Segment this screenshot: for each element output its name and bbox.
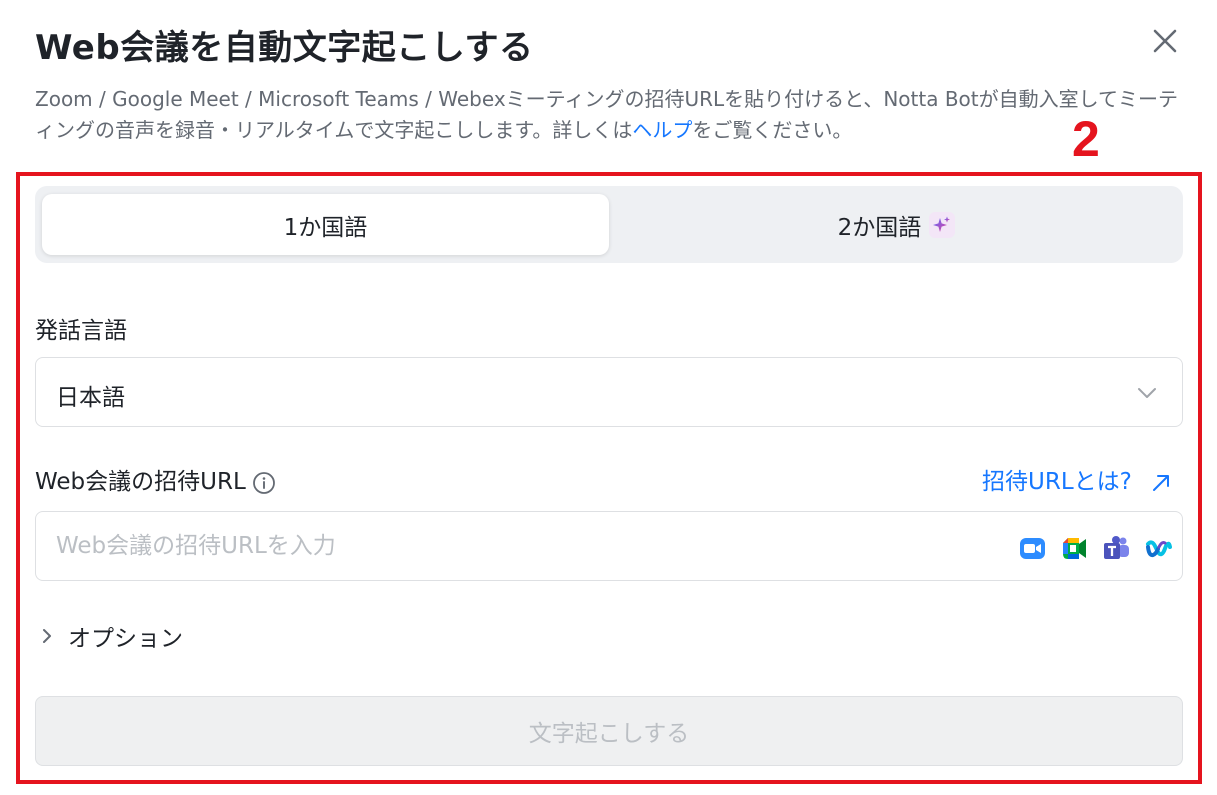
tab-two-languages[interactable]: 2か国語 [617, 194, 1176, 255]
invite-url-help-label: 招待URLとは? [982, 469, 1132, 495]
teams-icon [1103, 535, 1130, 562]
invite-url-label-row: Web会議の招待URL [35, 462, 276, 496]
dialog-title: Web会議を自動文字起こしする [35, 28, 534, 68]
description-tail: をご覧ください。 [692, 118, 853, 142]
options-toggle[interactable]: オプション [40, 619, 183, 653]
options-label: オプション [68, 626, 183, 652]
annotation-number: 2 [1072, 111, 1100, 167]
webex-icon [1145, 535, 1172, 562]
dialog-description: Zoom / Google Meet / Microsoft Teams / W… [35, 84, 1185, 146]
zoom-icon [1019, 535, 1046, 562]
chevron-down-icon [1138, 388, 1156, 398]
help-link[interactable]: ヘルプ [632, 118, 692, 142]
close-button[interactable] [1150, 26, 1180, 56]
language-mode-tabs: 1か国語 2か国語 [35, 186, 1183, 263]
start-transcription-label: 文字起こしする [528, 721, 690, 747]
chevron-right-icon [43, 629, 51, 643]
tab-two-languages-label: 2か国語 [837, 214, 922, 241]
description-text: Zoom / Google Meet / Microsoft Teams / W… [35, 87, 1179, 142]
platform-icons [1019, 535, 1172, 562]
close-icon [1153, 29, 1177, 53]
invite-url-field[interactable] [35, 511, 1183, 581]
invite-url-label: Web会議の招待URL [35, 469, 246, 495]
google-meet-icon [1061, 535, 1088, 562]
tab-one-language[interactable]: 1か国語 [42, 194, 609, 255]
invite-url-help-link[interactable]: 招待URLとは? [982, 462, 1172, 496]
external-link-icon [1152, 474, 1169, 491]
tab-one-language-label: 1か国語 [283, 214, 368, 241]
start-transcription-button[interactable]: 文字起こしする [35, 696, 1183, 766]
info-icon[interactable] [252, 471, 276, 495]
invite-url-input[interactable] [37, 513, 997, 579]
sparkle-icon [929, 211, 956, 238]
speech-language-label: 発話言語 [35, 318, 127, 344]
language-select-value: 日本語 [56, 385, 125, 411]
language-select[interactable]: 日本語 [35, 357, 1183, 427]
